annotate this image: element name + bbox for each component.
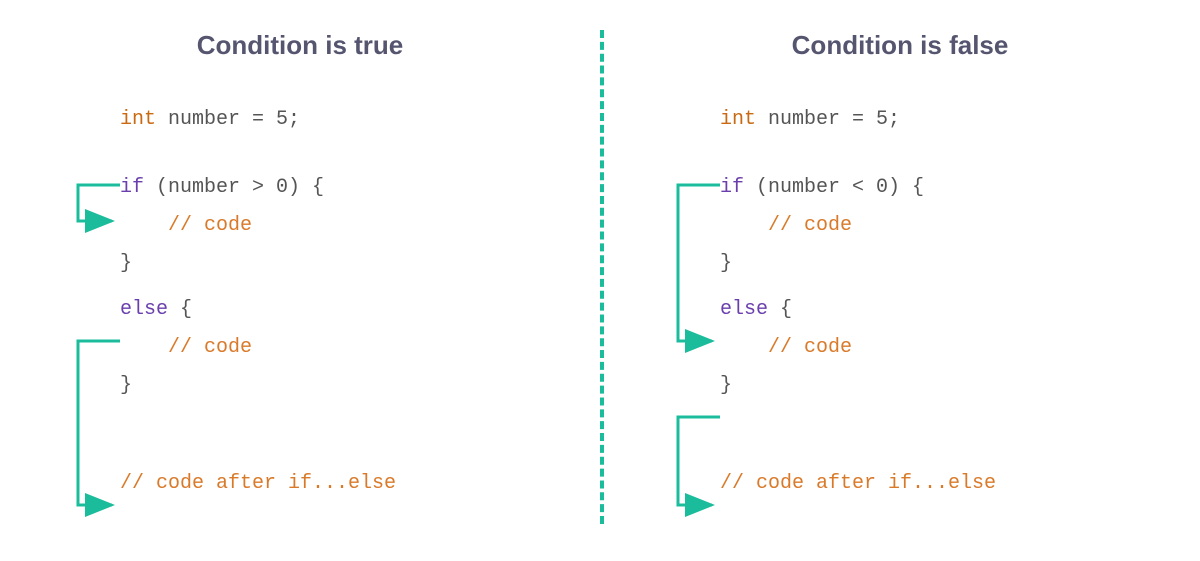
line-if: if (number > 0) { bbox=[120, 169, 560, 207]
line-else-body: // code bbox=[720, 329, 1160, 367]
panel-true: Condition is true int number = 5; if (nu… bbox=[0, 0, 600, 554]
comment-if-body: // code bbox=[768, 214, 852, 237]
keyword-if: if bbox=[120, 176, 144, 199]
spacer bbox=[720, 283, 1160, 291]
comment-after: // code after if...else bbox=[120, 472, 396, 495]
line-close2: } bbox=[120, 367, 560, 405]
line-close1: } bbox=[120, 245, 560, 283]
comment-else-body: // code bbox=[168, 336, 252, 359]
code-block-false: int number = 5; if (number < 0) { // cod… bbox=[720, 101, 1160, 503]
line-declaration: int number = 5; bbox=[720, 101, 1160, 139]
else-rest: { bbox=[768, 298, 792, 321]
brace-close1: } bbox=[720, 252, 732, 275]
brace-close2: } bbox=[120, 374, 132, 397]
keyword-else: else bbox=[720, 298, 768, 321]
line-if: if (number < 0) { bbox=[720, 169, 1160, 207]
line-close1: } bbox=[720, 245, 1160, 283]
flow-arrows-true bbox=[58, 101, 120, 561]
line-else: else { bbox=[720, 291, 1160, 329]
title-true: Condition is true bbox=[40, 30, 560, 61]
spacer bbox=[120, 283, 560, 291]
code-block-true: int number = 5; if (number > 0) { // cod… bbox=[120, 101, 560, 503]
if-cond: (number < 0) { bbox=[744, 176, 924, 199]
diagram-container: Condition is true int number = 5; if (nu… bbox=[0, 0, 1200, 554]
keyword-if: if bbox=[720, 176, 744, 199]
comment-else-body: // code bbox=[768, 336, 852, 359]
line-if-body: // code bbox=[720, 207, 1160, 245]
keyword-int: int bbox=[720, 108, 756, 131]
line-close2: } bbox=[720, 367, 1160, 405]
if-cond: (number > 0) { bbox=[144, 176, 324, 199]
line-else-body: // code bbox=[120, 329, 560, 367]
line-else: else { bbox=[120, 291, 560, 329]
spacer bbox=[720, 435, 1160, 465]
spacer bbox=[720, 139, 1160, 169]
panel-false: Condition is false int number = 5; if (n… bbox=[600, 0, 1200, 554]
spacer bbox=[120, 435, 560, 465]
brace-close1: } bbox=[120, 252, 132, 275]
comment-if-body: // code bbox=[168, 214, 252, 237]
line-after: // code after if...else bbox=[120, 465, 560, 503]
brace-close2: } bbox=[720, 374, 732, 397]
flow-arrows-false bbox=[658, 101, 720, 561]
spacer bbox=[120, 139, 560, 169]
keyword-else: else bbox=[120, 298, 168, 321]
else-rest: { bbox=[168, 298, 192, 321]
comment-after: // code after if...else bbox=[720, 472, 996, 495]
decl-rest: number = 5; bbox=[756, 108, 900, 131]
spacer bbox=[120, 405, 560, 435]
line-after: // code after if...else bbox=[720, 465, 1160, 503]
line-declaration: int number = 5; bbox=[120, 101, 560, 139]
spacer bbox=[720, 405, 1160, 435]
keyword-int: int bbox=[120, 108, 156, 131]
title-false: Condition is false bbox=[640, 30, 1160, 61]
line-if-body: // code bbox=[120, 207, 560, 245]
decl-rest: number = 5; bbox=[156, 108, 300, 131]
